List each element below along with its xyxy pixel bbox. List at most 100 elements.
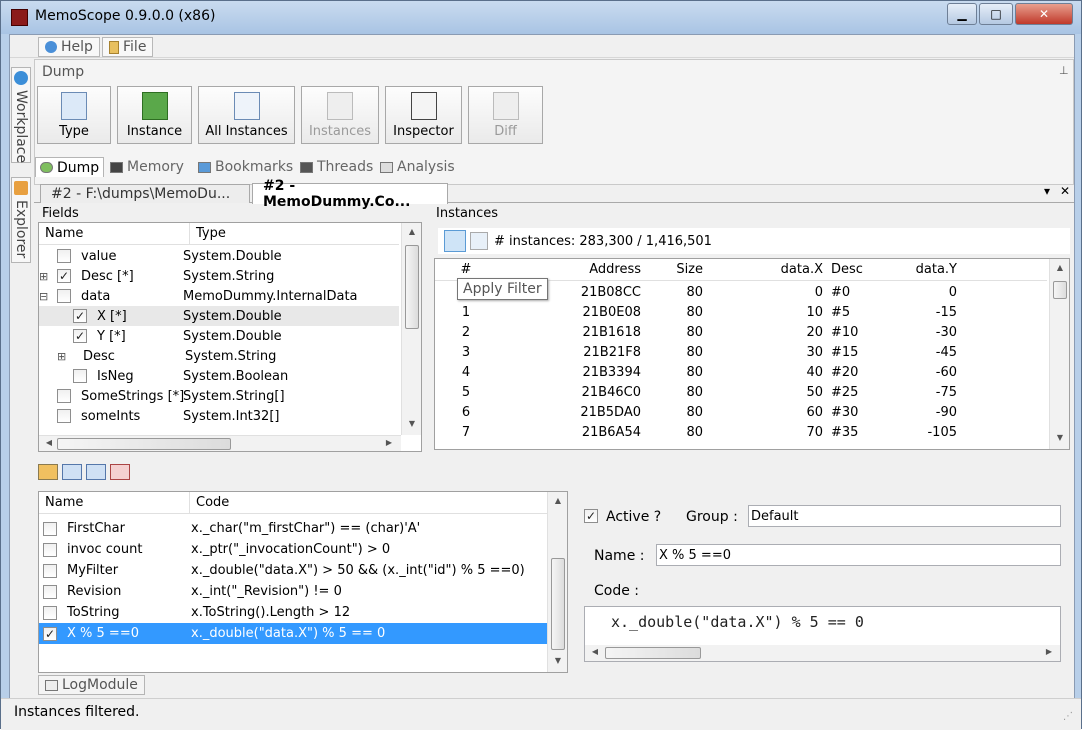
field-row-desc[interactable]: ⊞ ✓ Desc [*] System.String — [39, 266, 399, 286]
filter-row[interactable]: MyFilter x._double("data.X") > 50 && (x._… — [39, 560, 547, 581]
save-icon[interactable] — [62, 464, 82, 480]
doc-close-icon[interactable]: ✕ — [1060, 184, 1070, 198]
tab-dump[interactable]: Dump — [35, 157, 105, 177]
close-button[interactable]: ✕ — [1015, 3, 1073, 25]
resize-grip-icon[interactable]: ⋰ — [1063, 711, 1073, 722]
code-text[interactable]: x._double("data.X") % 5 == 0 — [611, 613, 864, 631]
field-row-value[interactable]: value System.Double — [39, 246, 399, 266]
code-editor[interactable]: x._double("data.X") % 5 == 0 ◀ ▶ — [584, 606, 1061, 662]
group-field[interactable]: Default — [748, 505, 1061, 527]
scroll-thumb[interactable] — [405, 245, 419, 329]
inspector-button[interactable]: Inspector — [385, 86, 462, 144]
field-checkbox[interactable] — [57, 289, 71, 303]
expand-icon[interactable]: ⊞ — [57, 350, 73, 363]
col-name[interactable]: Name — [45, 226, 83, 241]
filter-checkbox[interactable] — [43, 521, 57, 536]
field-row-x[interactable]: ✓ X [*] System.Double — [39, 306, 399, 326]
instance-row[interactable]: 6 21B5DA0 80 60 #30 -90 — [435, 402, 1047, 422]
active-checkbox[interactable]: ✓ — [584, 509, 598, 523]
expand-icon[interactable]: ⊞ — [39, 270, 57, 283]
code-hscroll[interactable]: ◀ ▶ — [585, 645, 1060, 661]
menu-file[interactable]: File — [102, 37, 154, 57]
field-checkbox[interactable] — [73, 369, 87, 383]
scroll-down-icon[interactable]: ▼ — [404, 419, 420, 428]
col-filter-code[interactable]: Code — [189, 491, 229, 514]
open-folder-icon[interactable] — [38, 464, 58, 480]
minimize-button[interactable]: ▁ — [947, 3, 977, 25]
filter-row[interactable]: FirstChar x._char("m_firstChar") == (char… — [39, 518, 547, 539]
field-checkbox[interactable] — [57, 389, 71, 403]
field-checkbox[interactable] — [57, 409, 71, 423]
side-tab-workplace[interactable]: Workplace — [11, 67, 31, 163]
instance-row[interactable]: 2 21B1618 80 20 #10 -30 — [435, 322, 1047, 342]
field-checkbox[interactable]: ✓ — [73, 329, 87, 343]
instance-row[interactable]: 7 21B6A54 80 70 #35 -105 — [435, 422, 1047, 442]
scroll-up-icon[interactable]: ▲ — [404, 227, 420, 236]
col-desc[interactable]: Desc — [831, 262, 891, 277]
scroll-up-icon[interactable]: ▲ — [550, 496, 566, 505]
scroll-thumb[interactable] — [1053, 281, 1067, 299]
scroll-right-icon[interactable]: ▶ — [381, 438, 397, 447]
tab-bookmarks[interactable]: Bookmarks — [194, 157, 297, 177]
fields-vscroll[interactable]: ▲ ▼ — [401, 223, 421, 435]
instances-button[interactable]: Instances — [301, 86, 379, 144]
doc-dropdown-icon[interactable]: ▾ — [1044, 184, 1050, 198]
all-instances-button[interactable]: All Instances — [198, 86, 295, 144]
filter-checkbox[interactable]: ✓ — [43, 626, 57, 641]
doc-tab-memodummy[interactable]: #2 - MemoDummy.Co... — [252, 178, 448, 210]
type-button[interactable]: Type — [37, 86, 111, 144]
col-size[interactable]: Size — [647, 262, 709, 277]
scroll-thumb[interactable] — [551, 558, 565, 650]
filter-checkbox[interactable] — [43, 563, 57, 578]
remove-filter-icon[interactable] — [470, 232, 488, 250]
name-field[interactable]: X % 5 ==0 — [656, 544, 1061, 566]
scroll-up-icon[interactable]: ▲ — [1052, 263, 1068, 272]
apply-filter-icon[interactable] — [444, 230, 466, 252]
tab-memory[interactable]: Memory — [106, 157, 188, 177]
field-row-desc2[interactable]: ⊞ Desc System.String — [39, 346, 399, 366]
scroll-down-icon[interactable]: ▼ — [1052, 433, 1068, 442]
col-data-y[interactable]: data.Y — [891, 262, 957, 277]
field-row-someints[interactable]: someInts System.Int32[] — [39, 406, 399, 426]
copy-icon[interactable] — [86, 464, 106, 480]
col-address[interactable]: Address — [497, 262, 647, 277]
scroll-right-icon[interactable]: ▶ — [1041, 647, 1057, 656]
col-index[interactable]: # — [435, 262, 497, 277]
field-checkbox[interactable]: ✓ — [57, 269, 71, 283]
field-checkbox[interactable]: ✓ — [73, 309, 87, 323]
menu-help[interactable]: Help — [38, 37, 100, 57]
side-tab-explorer[interactable]: Explorer — [11, 177, 31, 263]
filter-row[interactable]: ✓ X % 5 ==0 x._double("data.X") % 5 == 0 — [39, 623, 547, 644]
filter-row[interactable]: ToString x.ToString().Length > 12 — [39, 602, 547, 623]
filter-row[interactable]: Revision x._int("_Revision") != 0 — [39, 581, 547, 602]
field-row-y[interactable]: ✓ Y [*] System.Double — [39, 326, 399, 346]
col-type[interactable]: Type — [189, 222, 226, 245]
col-data-x[interactable]: data.X — [709, 262, 827, 277]
hscroll-thumb[interactable] — [605, 647, 701, 659]
scroll-down-icon[interactable]: ▼ — [550, 656, 566, 665]
fields-hscroll[interactable]: ◀ ▶ — [39, 435, 401, 451]
filter-checkbox[interactable] — [43, 584, 57, 599]
doc-tab-dump[interactable]: #2 - F:\dumps\MemoDu... — [40, 184, 250, 203]
instance-row[interactable]: 5 21B46C0 80 50 #25 -75 — [435, 382, 1047, 402]
instance-button[interactable]: Instance — [117, 86, 192, 144]
title-bar[interactable]: MemoScope 0.9.0.0 (x86) ▁ □ ✕ — [1, 1, 1081, 34]
filter-checkbox[interactable] — [43, 605, 57, 620]
filter-row[interactable]: invoc count x._ptr("_invocationCount") > … — [39, 539, 547, 560]
tab-analysis[interactable]: Analysis — [376, 157, 459, 177]
collapse-icon[interactable]: ⊟ — [39, 290, 57, 303]
field-row-data[interactable]: ⊟ data MemoDummy.InternalData — [39, 286, 399, 306]
instance-row[interactable]: 3 21B21F8 80 30 #15 -45 — [435, 342, 1047, 362]
tab-threads[interactable]: Threads — [296, 157, 377, 177]
field-row-somestrings[interactable]: SomeStrings [*] System.String[] — [39, 386, 399, 406]
delete-icon[interactable] — [110, 464, 130, 480]
scroll-left-icon[interactable]: ◀ — [41, 438, 57, 447]
filter-checkbox[interactable] — [43, 542, 57, 557]
hscroll-thumb[interactable] — [57, 438, 231, 450]
instance-row[interactable]: 1 21B0E08 80 10 #5 -15 — [435, 302, 1047, 322]
filter-vscroll[interactable]: ▲ ▼ — [547, 492, 567, 672]
maximize-button[interactable]: □ — [979, 3, 1013, 25]
diff-button[interactable]: Diff — [468, 86, 543, 144]
col-filter-name[interactable]: Name — [45, 495, 83, 510]
instances-vscroll[interactable]: ▲ ▼ — [1049, 259, 1069, 449]
